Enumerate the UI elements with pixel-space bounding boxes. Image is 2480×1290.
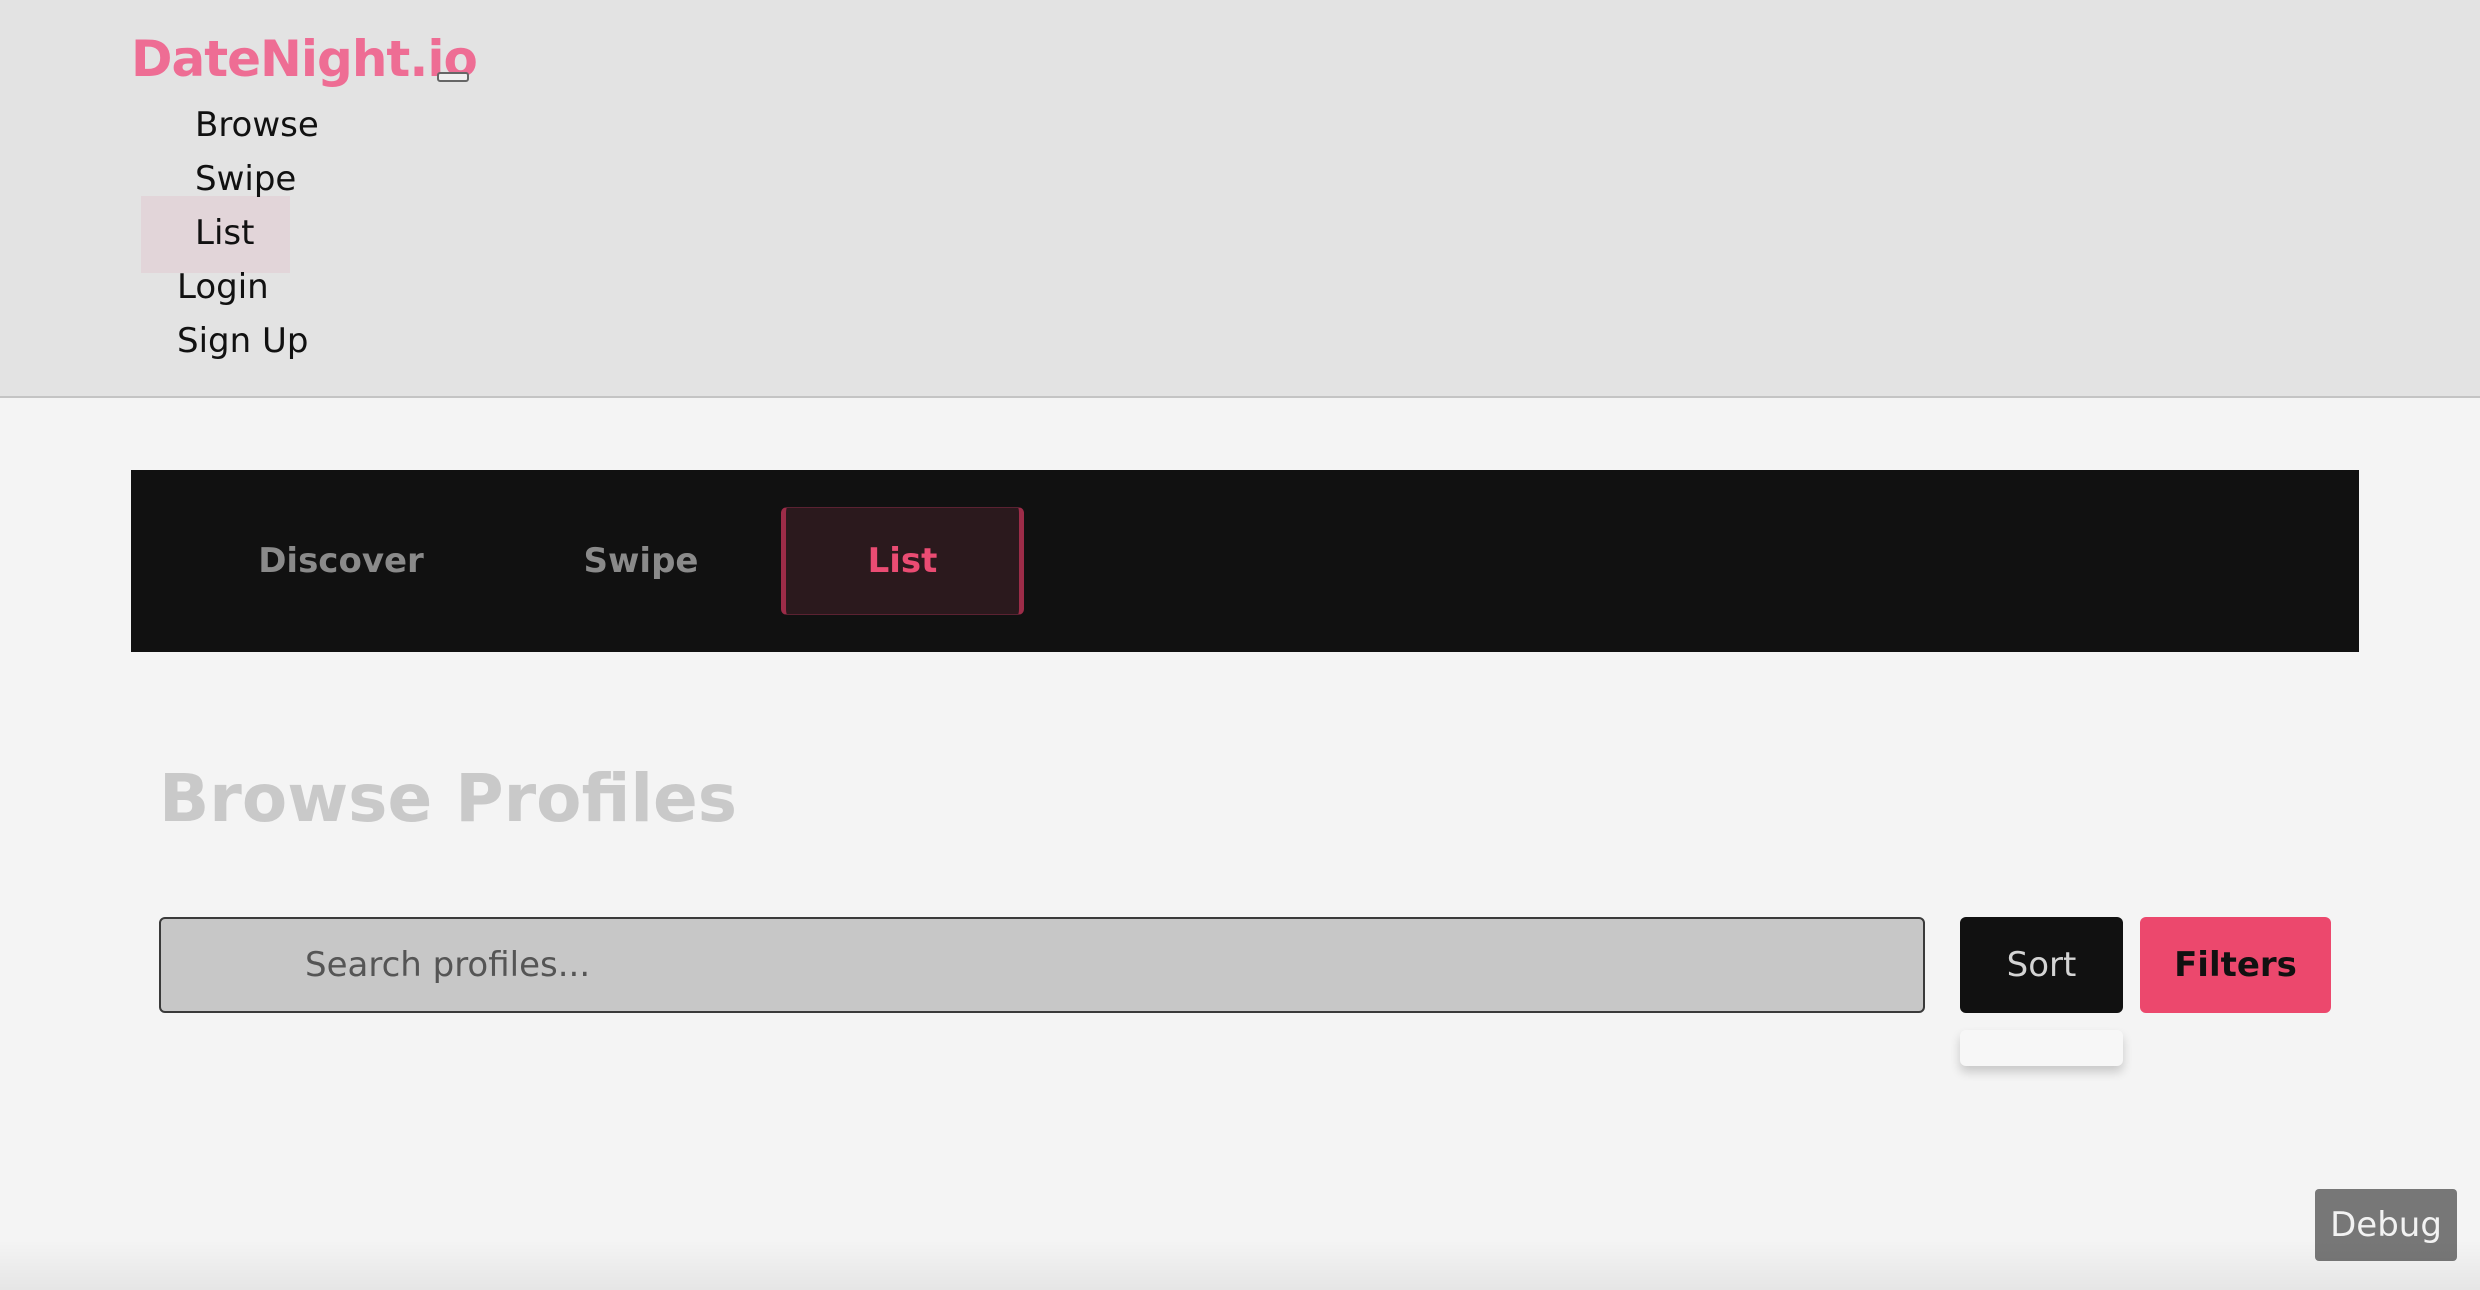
search-input[interactable] [159, 917, 1925, 1013]
tab-list[interactable]: List [781, 507, 1024, 615]
nav-link-login[interactable]: Login [177, 267, 269, 307]
nav-link-list[interactable]: List [195, 213, 254, 253]
tab-swipe[interactable]: Swipe [551, 507, 731, 615]
tab-discover[interactable]: Discover [231, 507, 451, 615]
brand-logo[interactable]: DateNight.io [131, 30, 478, 88]
nav-link-browse[interactable]: Browse [195, 105, 319, 145]
sort-dropdown-menu[interactable] [1960, 1030, 2123, 1066]
sort-button[interactable]: Sort [1960, 917, 2123, 1013]
page-title: Browse Profiles [159, 760, 738, 837]
menu-toggle-button[interactable] [437, 72, 469, 82]
filters-button[interactable]: Filters [2140, 917, 2331, 1013]
nav-link-signup[interactable]: Sign Up [177, 321, 308, 361]
top-header: DateNight.io Browse Swipe List Login Sig… [0, 0, 2480, 398]
view-tab-bar: Discover Swipe List [131, 470, 2359, 652]
bottom-shadow [0, 1240, 2480, 1290]
nav-link-swipe[interactable]: Swipe [195, 159, 296, 199]
